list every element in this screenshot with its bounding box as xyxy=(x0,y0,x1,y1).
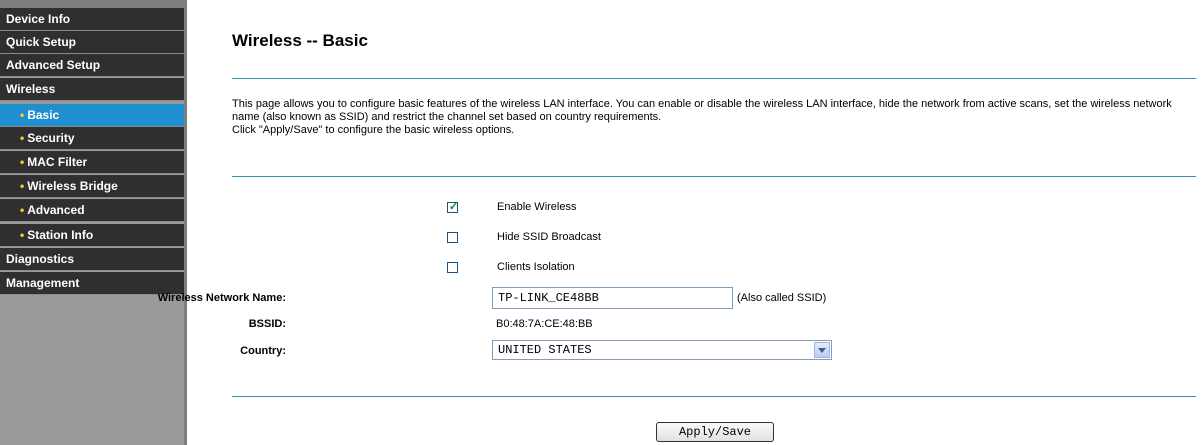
bullet-icon: • xyxy=(20,203,25,217)
sidebar-item-label: MAC Filter xyxy=(27,155,88,169)
bullet-icon: • xyxy=(20,179,25,193)
bullet-icon: • xyxy=(20,155,25,169)
sidebar-item-advanced-setup[interactable]: Advanced Setup xyxy=(0,54,184,77)
sidebar-item-quick-setup[interactable]: Quick Setup xyxy=(0,31,184,54)
bullet-icon: • xyxy=(20,131,25,145)
sidebar-item-label: Wireless xyxy=(6,82,56,96)
hide-ssid-checkbox[interactable] xyxy=(447,232,458,243)
sidebar-item-label: Station Info xyxy=(27,228,94,242)
sidebar-item-label: Quick Setup xyxy=(6,35,77,49)
sidebar-item-label: Management xyxy=(6,276,80,290)
sidebar-item-label: Diagnostics xyxy=(6,252,75,266)
checkmark-icon: ✓ xyxy=(448,201,459,213)
divider xyxy=(232,78,1196,79)
sidebar-top-strip xyxy=(0,0,187,8)
chevron-down-icon[interactable] xyxy=(814,342,830,358)
bssid-label: BSSID: xyxy=(248,318,286,330)
page-description: This page allows you to configure basic … xyxy=(232,98,1196,137)
sidebar-item-security[interactable]: • Security xyxy=(0,127,184,150)
description-text: This page allows you to configure basic … xyxy=(232,98,1172,123)
enable-wireless-label: Enable Wireless xyxy=(497,201,577,213)
country-select[interactable]: UNITED STATES xyxy=(492,340,832,360)
sidebar-item-mac-filter[interactable]: • MAC Filter xyxy=(0,151,184,174)
sidebar-item-management[interactable]: Management xyxy=(0,272,184,295)
sidebar-item-wireless-bridge[interactable]: • Wireless Bridge xyxy=(0,175,184,198)
main-content: Wireless -- Basic This page allows you t… xyxy=(158,0,1201,445)
sidebar-item-wireless[interactable]: Wireless xyxy=(0,78,184,101)
sidebar-item-label: Wireless Bridge xyxy=(27,179,118,193)
sidebar: Device Info Quick Setup Advanced Setup W… xyxy=(0,0,187,445)
country-label: Country: xyxy=(240,345,286,357)
page-title: Wireless -- Basic xyxy=(232,31,368,50)
sidebar-item-station-info[interactable]: • Station Info xyxy=(0,224,184,247)
sidebar-item-label: Security xyxy=(27,131,75,145)
ssid-note: (Also called SSID) xyxy=(737,292,827,304)
apply-save-button[interactable]: Apply/Save xyxy=(656,422,774,442)
clients-isolation-checkbox[interactable] xyxy=(447,262,458,273)
hide-ssid-label: Hide SSID Broadcast xyxy=(497,231,601,243)
ssid-label: Wireless Network Name: xyxy=(157,292,286,304)
description-instruction: Click "Apply/Save" to configure the basi… xyxy=(232,124,515,136)
ssid-input[interactable] xyxy=(492,287,733,309)
sidebar-item-label: Device Info xyxy=(6,12,71,26)
sidebar-item-advanced[interactable]: • Advanced xyxy=(0,199,184,222)
clients-isolation-label: Clients Isolation xyxy=(497,261,575,273)
bssid-value: B0:48:7A:CE:48:BB xyxy=(496,318,593,330)
country-selected-value: UNITED STATES xyxy=(498,343,592,357)
divider xyxy=(232,176,1196,177)
sidebar-item-device-info[interactable]: Device Info xyxy=(0,8,184,31)
sidebar-item-diagnostics[interactable]: Diagnostics xyxy=(0,248,184,271)
sidebar-item-label: Advanced Setup xyxy=(6,58,101,72)
sidebar-item-label: Basic xyxy=(27,108,60,122)
divider xyxy=(232,396,1196,397)
sidebar-item-label: Advanced xyxy=(27,203,85,217)
enable-wireless-checkbox[interactable]: ✓ xyxy=(447,201,459,213)
bullet-icon: • xyxy=(20,108,25,122)
bullet-icon: • xyxy=(20,228,25,242)
sidebar-item-basic[interactable]: • Basic xyxy=(0,104,184,127)
